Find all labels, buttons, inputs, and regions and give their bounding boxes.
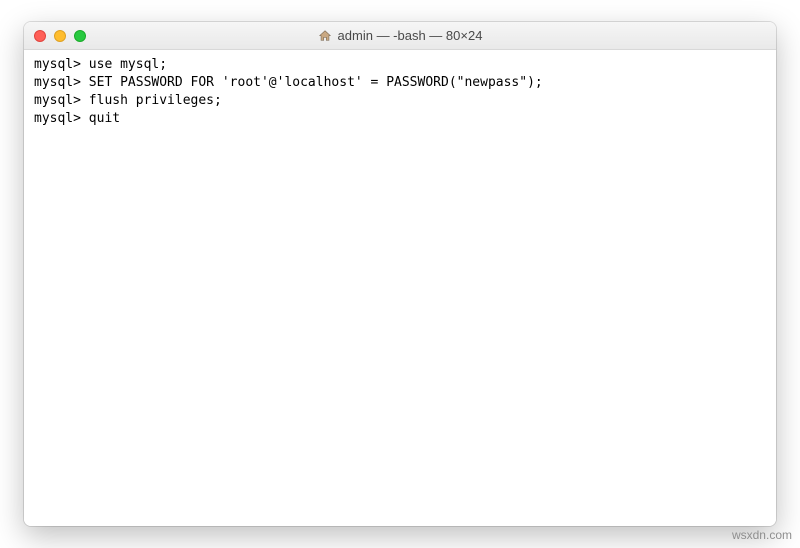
terminal-line: mysql> flush privileges;	[34, 92, 766, 110]
terminal-window: admin — -bash — 80×24 mysql> use mysql;m…	[24, 22, 776, 526]
maximize-button[interactable]	[74, 30, 86, 42]
terminal-line: mysql> quit	[34, 110, 766, 128]
window-title-wrapper: admin — -bash — 80×24	[24, 28, 776, 43]
close-button[interactable]	[34, 30, 46, 42]
terminal-line: mysql> use mysql;	[34, 56, 766, 74]
home-icon	[318, 29, 332, 43]
window-title: admin — -bash — 80×24	[338, 28, 483, 43]
watermark: wsxdn.com	[732, 528, 792, 542]
terminal-body[interactable]: mysql> use mysql;mysql> SET PASSWORD FOR…	[24, 50, 776, 526]
minimize-button[interactable]	[54, 30, 66, 42]
titlebar[interactable]: admin — -bash — 80×24	[24, 22, 776, 50]
traffic-lights	[24, 30, 86, 42]
terminal-line: mysql> SET PASSWORD FOR 'root'@'localhos…	[34, 74, 766, 92]
